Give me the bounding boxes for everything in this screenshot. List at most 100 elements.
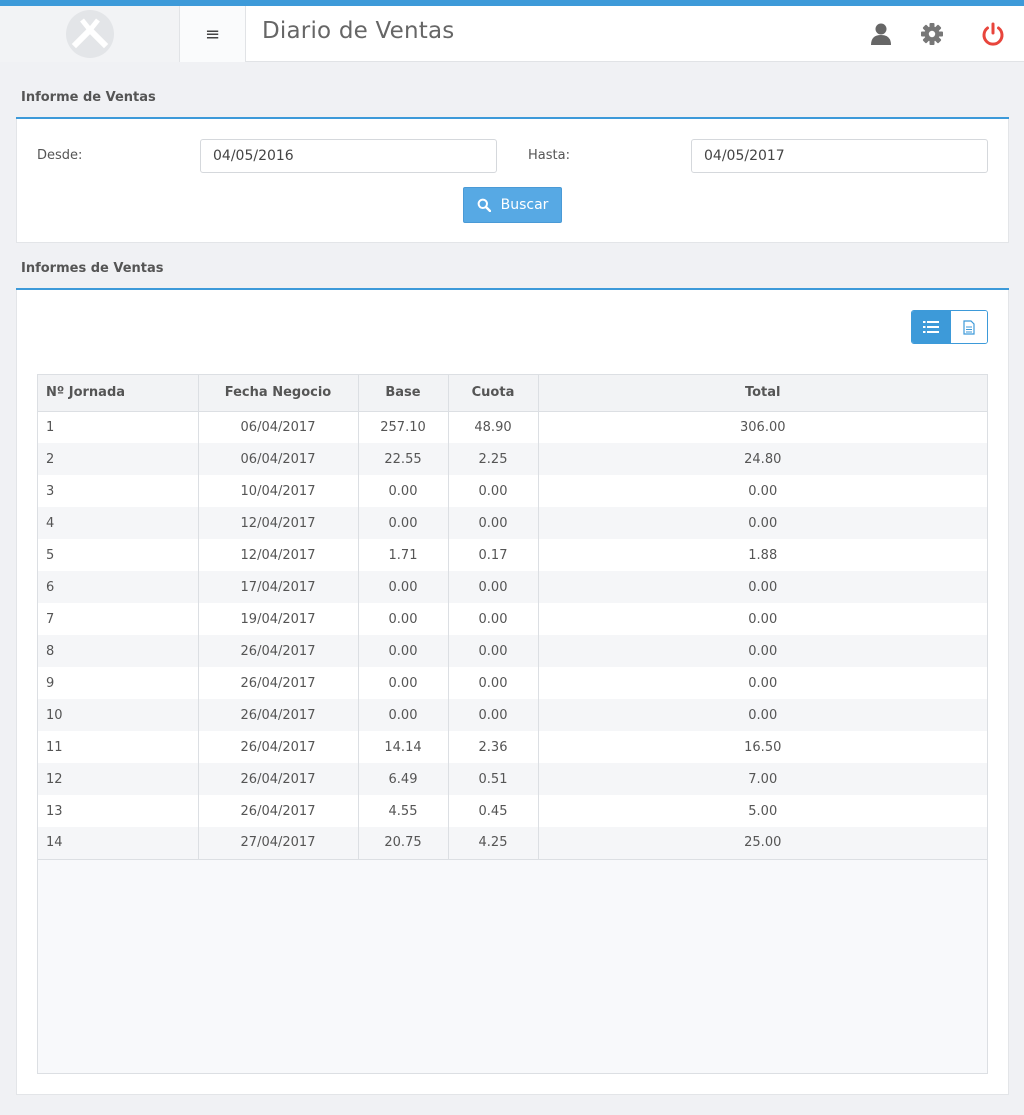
menu-toggle-button[interactable]: ≡ (180, 6, 246, 62)
cell-cuota: 0.45 (448, 795, 539, 827)
cell-total: 0.00 (538, 667, 987, 699)
column-header-total[interactable]: Total (538, 375, 987, 412)
search-panel-title: Informe de Ventas (21, 90, 156, 105)
cell-cuota: 2.25 (448, 443, 539, 475)
cell-base: 22.55 (358, 443, 449, 475)
cell-base: 0.00 (358, 571, 449, 603)
search-button-label: Buscar (500, 197, 549, 213)
cell-base: 0.00 (358, 635, 449, 667)
page-title: Diario de Ventas (262, 18, 455, 44)
table-row[interactable]: 5 12/04/2017 1.71 0.17 1.88 (38, 539, 987, 571)
search-icon (477, 198, 491, 212)
table-row[interactable]: 3 10/04/2017 0.00 0.00 0.00 (38, 475, 987, 507)
cell-jornada: 6 (38, 571, 199, 603)
cell-total: 0.00 (538, 571, 987, 603)
cell-fecha: 19/04/2017 (198, 603, 359, 635)
table-row[interactable]: 1 06/04/2017 257.10 48.90 306.00 (38, 411, 987, 443)
column-header-base[interactable]: Base (358, 375, 449, 412)
logo-icon[interactable] (66, 10, 114, 58)
cell-total: 0.00 (538, 699, 987, 731)
cell-total: 25.00 (538, 827, 987, 860)
cell-cuota: 0.00 (448, 603, 539, 635)
search-button[interactable]: Buscar (463, 187, 562, 223)
cell-fecha: 06/04/2017 (198, 411, 359, 443)
list-view-button[interactable] (912, 311, 950, 343)
cell-cuota: 0.00 (448, 475, 539, 507)
sales-table: Nº Jornada Fecha Negocio Base Cuota Tota… (38, 375, 987, 860)
column-header-jornada[interactable]: Nº Jornada (38, 375, 199, 412)
cell-fecha: 26/04/2017 (198, 795, 359, 827)
cell-jornada: 7 (38, 603, 199, 635)
table-row[interactable]: 14 27/04/2017 20.75 4.25 25.00 (38, 827, 987, 860)
table-row[interactable]: 9 26/04/2017 0.00 0.00 0.00 (38, 667, 987, 699)
cell-cuota: 0.00 (448, 507, 539, 539)
cell-cuota: 0.00 (448, 635, 539, 667)
cell-jornada: 12 (38, 763, 199, 795)
power-icon[interactable] (979, 20, 1007, 48)
cell-base: 4.55 (358, 795, 449, 827)
cell-total: 0.00 (538, 635, 987, 667)
cell-base: 0.00 (358, 667, 449, 699)
cell-fecha: 26/04/2017 (198, 731, 359, 763)
cell-fecha: 26/04/2017 (198, 699, 359, 731)
cell-base: 20.75 (358, 827, 449, 860)
cell-base: 14.14 (358, 731, 449, 763)
document-view-button[interactable] (949, 311, 987, 343)
cell-total: 0.00 (538, 475, 987, 507)
column-header-fecha[interactable]: Fecha Negocio (198, 375, 359, 412)
cell-total: 5.00 (538, 795, 987, 827)
user-icon[interactable] (867, 20, 895, 48)
cell-base: 0.00 (358, 603, 449, 635)
gear-icon[interactable] (918, 20, 946, 48)
column-header-cuota[interactable]: Cuota (448, 375, 539, 412)
desde-label: Desde: (37, 148, 83, 163)
cell-fecha: 26/04/2017 (198, 635, 359, 667)
cell-jornada: 5 (38, 539, 199, 571)
cell-jornada: 3 (38, 475, 199, 507)
logo-area[interactable] (0, 6, 180, 62)
cell-cuota: 0.00 (448, 699, 539, 731)
cell-jornada: 13 (38, 795, 199, 827)
cell-fecha: 12/04/2017 (198, 507, 359, 539)
cell-cuota: 48.90 (448, 411, 539, 443)
cell-jornada: 8 (38, 635, 199, 667)
table-row[interactable]: 6 17/04/2017 0.00 0.00 0.00 (38, 571, 987, 603)
cell-jornada: 1 (38, 411, 199, 443)
table-row[interactable]: 2 06/04/2017 22.55 2.25 24.80 (38, 443, 987, 475)
table-row[interactable]: 7 19/04/2017 0.00 0.00 0.00 (38, 603, 987, 635)
cell-base: 1.71 (358, 539, 449, 571)
app-header: ≡ Diario de Ventas (0, 6, 1024, 62)
cell-jornada: 14 (38, 827, 199, 860)
cell-cuota: 4.25 (448, 827, 539, 860)
hamburger-menu-icon[interactable]: ≡ (205, 24, 220, 45)
table-row[interactable]: 10 26/04/2017 0.00 0.00 0.00 (38, 699, 987, 731)
cell-base: 6.49 (358, 763, 449, 795)
cell-total: 1.88 (538, 539, 987, 571)
cell-total: 306.00 (538, 411, 987, 443)
sales-table-container: Nº Jornada Fecha Negocio Base Cuota Tota… (37, 374, 988, 1074)
table-row[interactable]: 12 26/04/2017 6.49 0.51 7.00 (38, 763, 987, 795)
table-row[interactable]: 11 26/04/2017 14.14 2.36 16.50 (38, 731, 987, 763)
cell-jornada: 9 (38, 667, 199, 699)
table-header-row: Nº Jornada Fecha Negocio Base Cuota Tota… (38, 375, 987, 412)
cell-jornada: 11 (38, 731, 199, 763)
cell-total: 7.00 (538, 763, 987, 795)
table-row[interactable]: 13 26/04/2017 4.55 0.45 5.00 (38, 795, 987, 827)
cell-fecha: 26/04/2017 (198, 763, 359, 795)
hasta-date-input[interactable] (691, 139, 988, 173)
cell-total: 0.00 (538, 507, 987, 539)
table-row[interactable]: 4 12/04/2017 0.00 0.00 0.00 (38, 507, 987, 539)
table-row[interactable]: 8 26/04/2017 0.00 0.00 0.00 (38, 635, 987, 667)
cell-jornada: 2 (38, 443, 199, 475)
cell-cuota: 0.00 (448, 571, 539, 603)
cell-base: 257.10 (358, 411, 449, 443)
desde-date-input[interactable] (200, 139, 497, 173)
cell-jornada: 4 (38, 507, 199, 539)
view-toggle-group (911, 310, 988, 344)
document-icon (963, 319, 975, 335)
results-panel-title: Informes de Ventas (21, 261, 164, 276)
cell-cuota: 2.36 (448, 731, 539, 763)
cell-fecha: 06/04/2017 (198, 443, 359, 475)
hasta-label: Hasta: (528, 148, 570, 163)
list-icon (922, 321, 939, 333)
